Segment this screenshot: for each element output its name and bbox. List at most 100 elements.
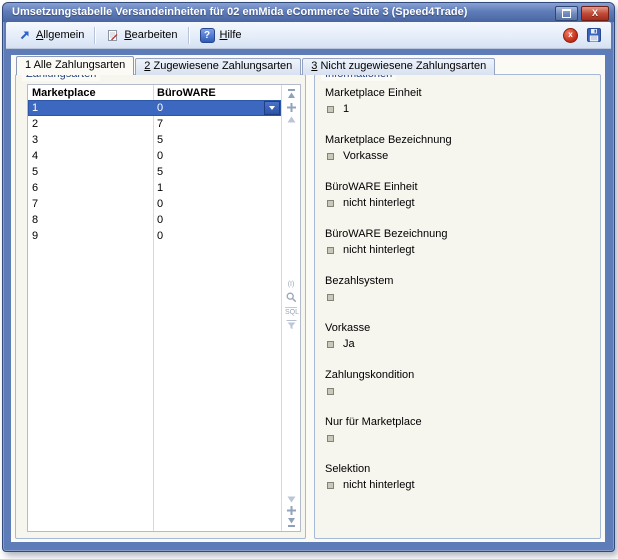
info-field: Vorkasse Ja [325,321,592,368]
table-body: 1 0 2 7 3 5 4 0 5 5 6 1 7 0 8 0 9 0 [28,100,281,531]
cell-marketplace[interactable]: 9 [28,228,153,244]
app-window: Umsetzungstabelle Versandeinheiten für 0… [2,2,615,552]
table-row[interactable]: 8 0 [28,212,281,228]
informationen-groupbox: Informationen Marketplace Einheit 1 Mark… [314,74,601,539]
bullet-icon [327,106,334,113]
info-field-value: nicht hinterlegt [343,478,415,492]
cell-marketplace[interactable]: 1 [28,100,153,116]
hilfe-label: Hilfe [220,29,242,41]
toolbar: Allgemein Bearbeiten ? Hilfe x [6,22,611,49]
table-row[interactable]: 7 0 [28,196,281,212]
restore-icon [562,9,571,18]
tab-alle-zahlungsarten[interactable]: 1 Alle Zahlungsarten [16,56,134,75]
cell-marketplace[interactable]: 6 [28,180,153,196]
grid-nav-strip: (I) SQL [281,85,300,531]
cell-marketplace[interactable]: 3 [28,132,153,148]
restore-button[interactable] [555,6,578,21]
dropdown-button[interactable] [264,101,280,115]
edit-document-icon [106,29,119,42]
bullet-icon [327,294,334,301]
allgemein-button[interactable]: Allgemein [13,26,90,44]
bullet-icon [327,388,334,395]
info-field-label: BüroWARE Bezeichnung [325,227,592,242]
cell-buroware[interactable]: 5 [153,164,281,180]
cell-buroware[interactable]: 5 [153,132,281,148]
tab-zugewiesene-zahlungsarten[interactable]: 2 Zugewiesene Zahlungsarten [135,58,301,75]
cell-buroware[interactable]: 0 [153,100,281,116]
move-up-icon[interactable] [287,103,296,112]
bullet-icon [327,435,334,442]
cell-marketplace[interactable]: 8 [28,212,153,228]
cancel-icon[interactable]: x [563,28,578,43]
bullet-icon [327,247,334,254]
zahlungsarten-groupbox: Zahlungsarten Marketplace BüroWARE 1 0 2… [15,74,306,539]
table-row[interactable]: 1 0 [28,100,281,116]
scroll-to-bottom-icon[interactable] [287,518,296,528]
page-down-icon[interactable] [287,496,296,503]
column-width-icon[interactable]: (I) [282,281,300,289]
tab-nicht-zugewiesene-zahlungsarten[interactable]: 3 Nicht zugewiesene Zahlungsarten [302,58,495,75]
info-field-label: Vorkasse [325,321,592,336]
info-field-label: Selektion [325,462,592,477]
toolbar-separator [188,27,190,44]
filter-icon[interactable] [286,320,297,330]
page-up-icon[interactable] [287,116,296,123]
info-field-value: Vorkasse [343,149,388,163]
cell-marketplace[interactable]: 5 [28,164,153,180]
cell-buroware[interactable]: 1 [153,180,281,196]
column-header-buroware[interactable]: BüroWARE [153,87,300,99]
info-field-label: Zahlungskondition [325,368,592,383]
bullet-icon [327,200,334,207]
save-icon[interactable] [587,28,601,42]
info-field-label: BüroWARE Einheit [325,180,592,195]
bullet-icon [327,341,334,348]
cell-buroware[interactable]: 0 [153,148,281,164]
scroll-to-top-icon[interactable] [287,89,296,99]
arrow-ne-icon [19,29,31,41]
info-field-value: nicht hinterlegt [343,243,415,257]
bearbeiten-label: Bearbeiten [124,29,177,41]
info-field-label: Marketplace Bezeichnung [325,133,592,148]
close-icon: X [592,9,598,18]
info-field: Bezahlsystem [325,274,592,321]
cell-buroware[interactable]: 0 [153,228,281,244]
move-down-icon[interactable] [287,506,296,515]
cell-marketplace[interactable]: 4 [28,148,153,164]
table-header: Marketplace BüroWARE [28,85,300,100]
info-fields: Marketplace Einheit 1 Marketplace Bezeic… [325,86,592,509]
info-field: BüroWARE Bezeichnung nicht hinterlegt [325,227,592,274]
cell-marketplace[interactable]: 7 [28,196,153,212]
cell-buroware[interactable]: 0 [153,196,281,212]
cell-buroware[interactable]: 0 [153,212,281,228]
close-button[interactable]: X [581,6,609,21]
bearbeiten-button[interactable]: Bearbeiten [100,26,183,45]
info-field-label: Marketplace Einheit [325,86,592,101]
info-field-label: Bezahlsystem [325,274,592,289]
info-field-label: Nur für Marketplace [325,415,592,430]
table-row[interactable]: 2 7 [28,116,281,132]
chevron-down-icon [269,106,275,110]
search-icon[interactable] [286,292,297,303]
tab-strip: 1 Alle Zahlungsarten 2 Zugewiesene Zahlu… [16,56,496,75]
info-field-value: Ja [343,337,355,351]
bullet-icon [327,482,334,489]
bullet-icon [327,153,334,160]
allgemein-label: Allgemein [36,29,84,41]
info-field: Marketplace Einheit 1 [325,86,592,133]
tab-page: 1 Alle Zahlungsarten 2 Zugewiesene Zahlu… [11,55,605,542]
table-row[interactable]: 6 1 [28,180,281,196]
sql-filter-icon[interactable]: SQL [285,307,297,317]
hilfe-button[interactable]: ? Hilfe [194,25,248,46]
window-title: Umsetzungstabelle Versandeinheiten für 0… [12,6,467,18]
info-field: Selektion nicht hinterlegt [325,462,592,509]
cell-buroware[interactable]: 7 [153,116,281,132]
column-header-marketplace[interactable]: Marketplace [28,87,153,99]
table-row[interactable]: 5 5 [28,164,281,180]
cell-marketplace[interactable]: 2 [28,116,153,132]
info-field: Nur für Marketplace [325,415,592,462]
table-row[interactable]: 9 0 [28,228,281,244]
zahlungsarten-table: Marketplace BüroWARE 1 0 2 7 3 5 4 0 5 5… [27,84,301,532]
table-row[interactable]: 4 0 [28,148,281,164]
info-field: Marketplace Bezeichnung Vorkasse [325,133,592,180]
table-row[interactable]: 3 5 [28,132,281,148]
